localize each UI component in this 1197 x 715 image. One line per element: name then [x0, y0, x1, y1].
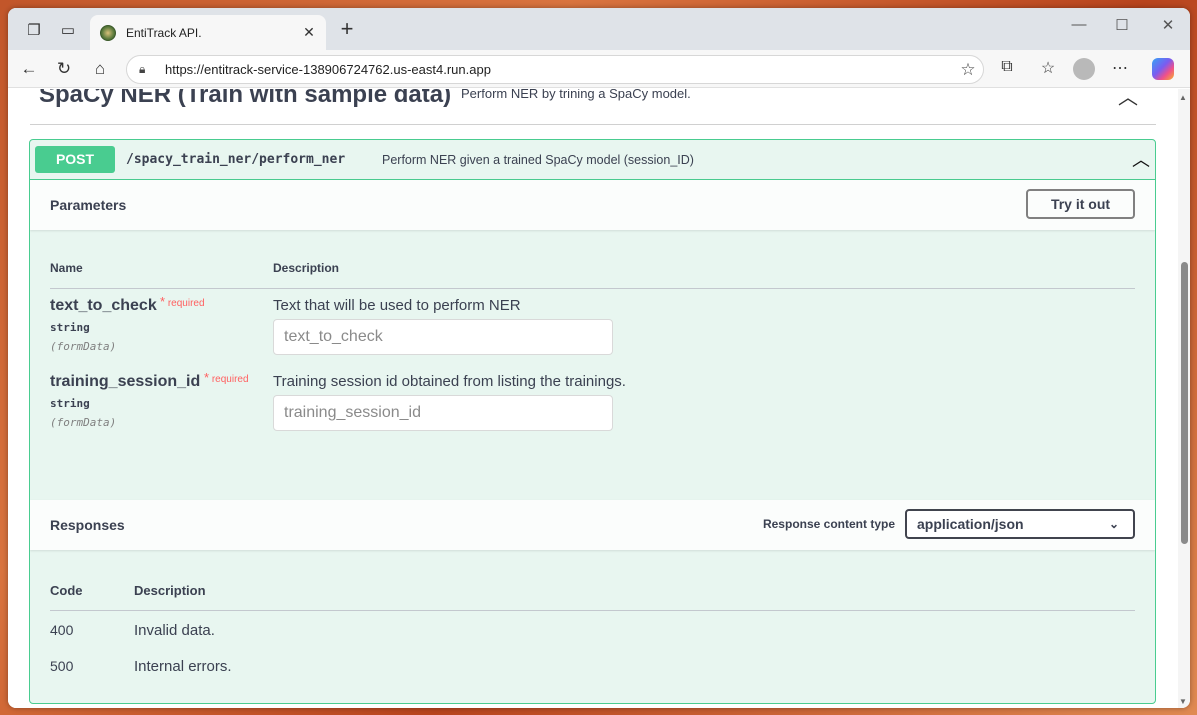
- param-description: Training session id obtained from listin…: [273, 373, 626, 390]
- training-session-id-input[interactable]: [273, 395, 613, 431]
- tab-bar: ❐ ▭ EntiTrack API. ✕ + — ☐ ✕: [8, 8, 1190, 50]
- resp-col-description: Description: [134, 583, 206, 598]
- param-description: Text that will be used to perform NER: [273, 297, 521, 314]
- scroll-up-icon[interactable]: ▲: [1179, 93, 1187, 102]
- back-icon[interactable]: ←: [17, 58, 41, 80]
- avatar-icon: [1073, 58, 1095, 80]
- operation-summary[interactable]: POST /spacy_train_ner/perform_ner Perfor…: [30, 140, 1155, 180]
- responses-header: Responses Response content type applicat…: [30, 500, 1155, 550]
- operation-description: Perform NER given a trained SpaCy model …: [382, 153, 694, 167]
- parameters-table-header: Name Description: [50, 261, 1135, 289]
- section-title: SpaCy NER (Train with sample data): [39, 89, 452, 108]
- param-type: string: [50, 321, 90, 334]
- param-name: training_session_id: [50, 373, 201, 390]
- required-marker: * required: [204, 370, 249, 385]
- scroll-down-icon[interactable]: ▼: [1179, 697, 1187, 706]
- page-scrollbar[interactable]: ▲ ▼: [1178, 89, 1190, 708]
- collapse-section-icon[interactable]: ︿: [1118, 89, 1138, 110]
- resp-col-code: Code: [50, 583, 83, 598]
- param-col-name: Name: [50, 261, 83, 275]
- responses-table-header: Code Description: [50, 583, 1135, 611]
- param-name: text_to_check: [50, 297, 157, 314]
- more-menu-icon[interactable]: ⋯: [1107, 58, 1133, 78]
- response-code: 400: [50, 622, 74, 638]
- refresh-icon[interactable]: ↻: [52, 58, 76, 80]
- favorite-star-icon[interactable]: ☆: [953, 60, 983, 80]
- vertical-tabs-icon[interactable]: ▭: [54, 16, 82, 44]
- browser-window: ❐ ▭ EntiTrack API. ✕ + — ☐ ✕ ← ↻ ⌂ 🔒︎ ht…: [8, 8, 1190, 708]
- maximize-icon[interactable]: ☐: [1107, 16, 1137, 34]
- param-type: string: [50, 397, 90, 410]
- tab-title: EntiTrack API.: [126, 25, 202, 40]
- home-icon[interactable]: ⌂: [88, 58, 112, 80]
- new-tab-button[interactable]: +: [336, 18, 358, 40]
- try-it-out-button[interactable]: Try it out: [1026, 189, 1135, 219]
- response-description: Invalid data.: [134, 622, 215, 639]
- response-code: 500: [50, 658, 74, 674]
- parameter-row: training_session_id * required string (f…: [50, 370, 1135, 449]
- required-marker: * required: [160, 294, 205, 309]
- response-content-type-value: application/json: [917, 516, 1024, 532]
- section-description: Perform NER by trining a SpaCy model.: [461, 89, 691, 101]
- tab-close-icon[interactable]: ✕: [298, 24, 320, 41]
- parameters-title: Parameters: [50, 197, 127, 213]
- parameter-row: text_to_check * required string (formDat…: [50, 294, 1135, 373]
- response-description: Internal errors.: [134, 658, 232, 675]
- scroll-thumb[interactable]: [1181, 262, 1188, 544]
- response-row: 400 Invalid data.: [50, 622, 1135, 652]
- extensions-icon[interactable]: ⧉: [994, 58, 1020, 76]
- browser-tab-active[interactable]: EntiTrack API. ✕: [90, 15, 326, 50]
- param-location: (formData): [50, 416, 117, 429]
- copilot-icon[interactable]: [1150, 58, 1176, 85]
- param-location: (formData): [50, 340, 117, 353]
- url-field[interactable]: 🔒︎ https://entitrack-service-13890672476…: [126, 55, 984, 84]
- favorites-icon[interactable]: ☆: [1035, 58, 1061, 78]
- address-bar-row: ← ↻ ⌂ 🔒︎ https://entitrack-service-13890…: [8, 50, 1190, 88]
- chevron-down-icon: ⌄: [1108, 517, 1119, 531]
- operation-path: /spacy_train_ner/perform_ner: [126, 152, 346, 167]
- site-favicon-icon: [100, 24, 116, 41]
- text-to-check-input[interactable]: [273, 319, 613, 355]
- collapse-operation-icon[interactable]: ︿: [1132, 146, 1150, 172]
- response-content-type-select[interactable]: application/json ⌄: [905, 509, 1135, 539]
- section-header[interactable]: SpaCy NER (Train with sample data) Perfo…: [30, 89, 1156, 125]
- lock-icon[interactable]: 🔒︎: [139, 62, 155, 77]
- copilot-logo-icon: [1152, 58, 1174, 80]
- close-window-icon[interactable]: ✕: [1153, 16, 1183, 34]
- response-content-type-label: Response content type: [762, 517, 895, 531]
- method-badge: POST: [35, 146, 115, 173]
- operation-block: POST /spacy_train_ner/perform_ner Perfor…: [29, 139, 1156, 704]
- response-row: 500 Internal errors.: [50, 658, 1135, 688]
- parameters-header: Parameters Try it out: [30, 180, 1155, 230]
- param-col-description: Description: [273, 261, 340, 275]
- responses-title: Responses: [50, 517, 125, 533]
- page-content: SpaCy NER (Train with sample data) Perfo…: [8, 89, 1178, 708]
- minimize-icon[interactable]: —: [1064, 16, 1094, 33]
- workspaces-icon[interactable]: ❐: [20, 16, 48, 44]
- profile-avatar[interactable]: [1071, 58, 1097, 85]
- url-text[interactable]: https://entitrack-service-138906724762.u…: [165, 62, 953, 77]
